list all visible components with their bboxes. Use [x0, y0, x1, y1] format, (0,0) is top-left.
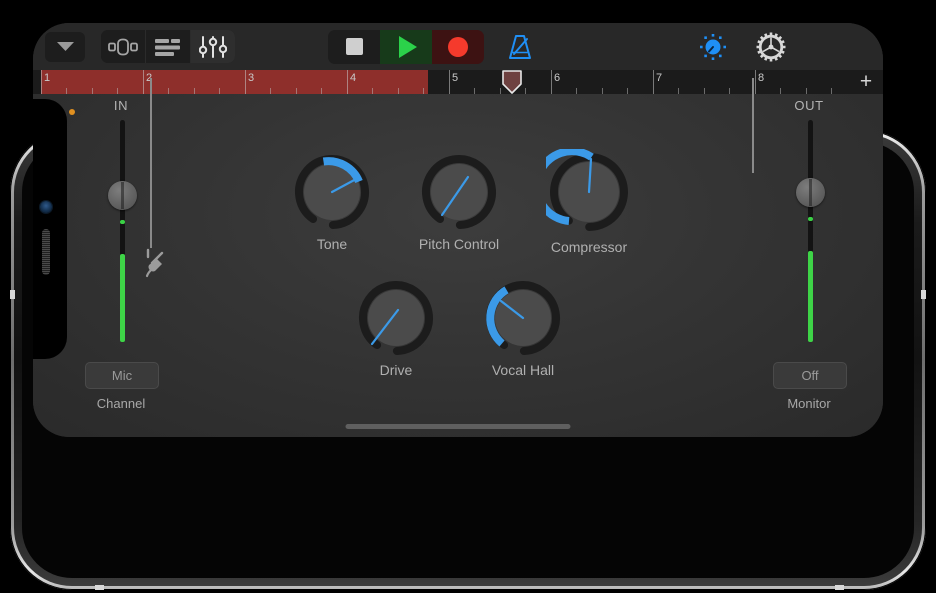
output-fader-title: OUT [794, 98, 824, 113]
metronome-icon [509, 34, 531, 59]
tracks-view-icon [155, 38, 180, 56]
bar-number: 6 [554, 72, 561, 84]
bar-number: 7 [656, 72, 663, 84]
input-plug-icon [141, 248, 171, 283]
fx-knob-callout-line [752, 78, 754, 173]
output-level-meter [808, 251, 813, 342]
bar-number: 3 [248, 72, 255, 84]
antenna-band-bottom-left [95, 585, 104, 590]
browser-button[interactable] [41, 29, 89, 65]
plugin-controls-area: IN Mic Channel Tone Pitch Control Compre… [33, 94, 883, 437]
input-plug-callout-line [150, 78, 152, 248]
input-fader-handle[interactable] [108, 181, 137, 210]
compressor-knob-label: Compressor [550, 239, 628, 255]
antenna-band-left [10, 290, 15, 299]
mixer-faders-button[interactable] [190, 30, 235, 63]
view-mode-group [101, 30, 235, 63]
playhead-marker[interactable] [501, 70, 523, 94]
record-button[interactable] [432, 29, 484, 64]
antenna-band-right [921, 290, 926, 299]
add-track-button[interactable]: + [855, 71, 877, 93]
bar-number: 5 [452, 72, 459, 84]
monitor-toggle-button[interactable]: Off [773, 362, 847, 389]
bar-number: 4 [350, 72, 357, 84]
instrument-view-button[interactable] [101, 30, 145, 63]
monitor-caption: Monitor [787, 396, 831, 411]
earpiece-speaker [42, 229, 50, 275]
stop-button[interactable] [328, 29, 380, 64]
output-fader-column: OUT Off Monitor [761, 94, 857, 437]
drive-knob-label: Drive [379, 362, 413, 378]
pitch-control-knob[interactable]: Pitch Control [419, 152, 499, 252]
output-fader-handle[interactable] [796, 178, 825, 207]
vocal-hall-knob-label: Vocal Hall [491, 362, 555, 378]
input-fader-title: IN [113, 98, 129, 113]
compressor-knob[interactable]: Compressor [546, 149, 628, 255]
bar-number: 8 [758, 72, 765, 84]
transport-controls [328, 29, 484, 64]
antenna-band-bottom-right [835, 585, 844, 590]
bar-number: 1 [44, 72, 51, 84]
cycle-region[interactable] [41, 70, 428, 94]
tone-knob-label: Tone [316, 236, 348, 252]
chevron-down-icon [56, 42, 74, 51]
tracks-view-button[interactable] [145, 30, 190, 63]
fx-knob-icon [700, 33, 726, 60]
stop-icon [345, 38, 363, 55]
input-meter-tick [120, 220, 125, 224]
front-camera-lens [40, 201, 52, 213]
home-indicator[interactable] [345, 424, 571, 429]
play-button[interactable] [380, 29, 432, 64]
input-channel-caption: Channel [96, 396, 146, 411]
device-notch [33, 99, 67, 359]
instrument-view-icon [108, 38, 138, 55]
gear-icon [756, 32, 786, 61]
input-level-meter [120, 254, 125, 342]
fx-controls-button[interactable] [689, 29, 737, 65]
record-icon [448, 36, 468, 57]
timeline-ruler[interactable]: 1 2 3 4 5 6 7 8 + [33, 70, 883, 94]
output-meter-tick [808, 217, 813, 221]
mixer-faders-icon [199, 35, 227, 58]
tone-knob[interactable]: Tone [292, 152, 372, 252]
pitch-control-knob-label: Pitch Control [418, 236, 500, 252]
settings-button[interactable] [747, 29, 795, 65]
play-icon [399, 35, 417, 58]
device-screen: IN Mic Channel Tone Pitch Control Compre… [33, 23, 883, 437]
vocal-hall-knob[interactable]: Vocal Hall [483, 278, 563, 378]
drive-knob[interactable]: Drive [356, 278, 436, 378]
input-source-button[interactable]: Mic [85, 362, 159, 389]
front-camera-indicator [69, 109, 75, 115]
metronome-button[interactable] [496, 29, 544, 65]
app-toolbar [33, 23, 883, 70]
